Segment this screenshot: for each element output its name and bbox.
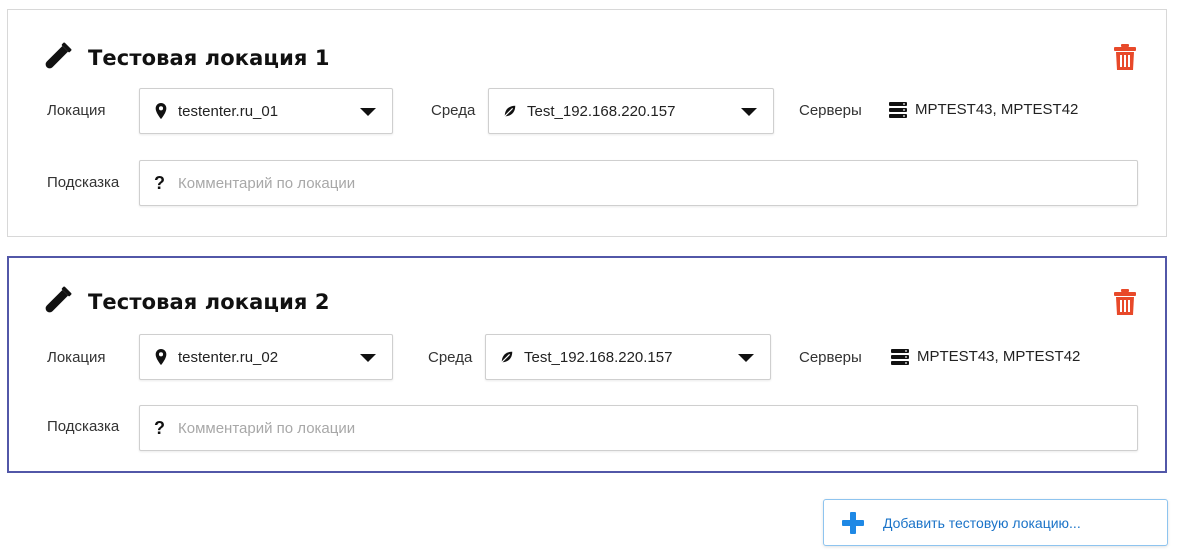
hint-field[interactable]: ?	[139, 405, 1138, 451]
trash-icon[interactable]	[1114, 44, 1136, 70]
hint-input[interactable]	[176, 418, 1080, 438]
test-tube-icon	[45, 286, 72, 313]
env-select[interactable]: Test_192.168.220.157	[485, 334, 771, 380]
hint-label: Подсказка	[47, 418, 120, 435]
hint-field[interactable]: ?	[139, 160, 1138, 206]
servers-value: MPTEST43, MPTEST42	[917, 348, 1081, 365]
servers-label: Серверы	[799, 102, 862, 119]
chevron-down-icon	[360, 354, 376, 362]
plus-icon	[842, 511, 864, 534]
map-marker-icon	[155, 103, 167, 119]
chevron-down-icon	[738, 354, 754, 362]
env-select[interactable]: Test_192.168.220.157	[488, 88, 774, 134]
card-title-row: Тестовая локация 1	[38, 40, 330, 76]
location-value: testenter.ru_02	[178, 348, 279, 366]
trash-icon[interactable]	[1114, 289, 1136, 315]
location-select[interactable]: testenter.ru_01	[139, 88, 393, 134]
server-icon	[891, 348, 909, 365]
leaf-icon	[500, 351, 513, 364]
env-label: Среда	[431, 102, 476, 119]
location-value: testenter.ru_01	[178, 102, 279, 120]
question-icon: ?	[154, 417, 165, 438]
leaf-icon	[503, 105, 516, 118]
card-title-row: Тестовая локация 2	[38, 284, 330, 320]
add-test-location-label: Добавить тестовую локацию...	[883, 514, 1081, 531]
test-location-card-1: Тестовая локация 1 Локация testenter.ru_…	[7, 9, 1167, 237]
chevron-down-icon	[360, 108, 376, 116]
env-value: Test_192.168.220.157	[524, 348, 673, 366]
hint-label: Подсказка	[47, 174, 120, 191]
test-location-card-2: Тестовая локация 2 Локация testenter.ru_…	[7, 256, 1167, 473]
chevron-down-icon	[741, 108, 757, 116]
servers-value: MPTEST43, MPTEST42	[915, 101, 1079, 118]
location-select[interactable]: testenter.ru_02	[139, 334, 393, 380]
hint-input[interactable]	[176, 173, 1080, 193]
servers-label: Серверы	[799, 349, 862, 366]
test-tube-icon	[45, 42, 72, 69]
servers-list: MPTEST43, MPTEST42	[889, 101, 1078, 118]
map-marker-icon	[155, 349, 167, 365]
server-icon	[889, 101, 907, 118]
card-title: Тестовая локация 2	[88, 290, 330, 314]
location-label: Локация	[47, 349, 106, 366]
question-icon: ?	[154, 172, 165, 193]
servers-list: MPTEST43, MPTEST42	[891, 348, 1080, 365]
add-test-location-button[interactable]: Добавить тестовую локацию...	[823, 499, 1168, 546]
card-title: Тестовая локация 1	[88, 46, 330, 70]
env-label: Среда	[428, 349, 473, 366]
env-value: Test_192.168.220.157	[527, 102, 676, 120]
location-label: Локация	[47, 102, 106, 119]
